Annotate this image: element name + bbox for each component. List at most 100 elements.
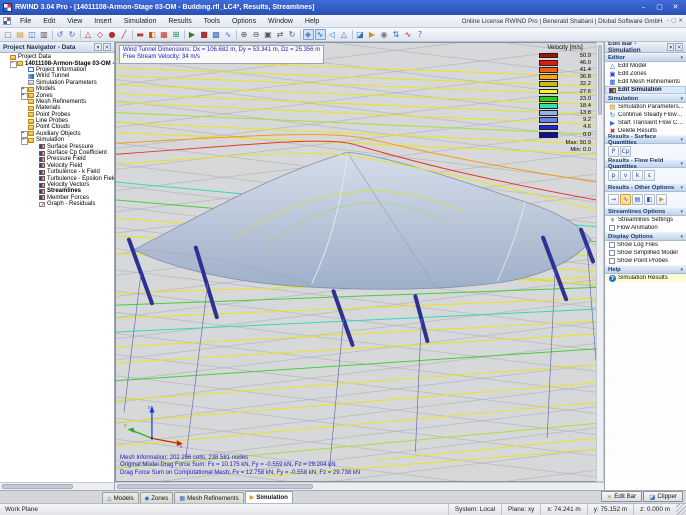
viewport-horizontal-scrollbar[interactable] <box>115 482 604 490</box>
tree-item[interactable]: Graph - Residuals <box>0 201 114 207</box>
simulation-parameters-button[interactable]: ▦ <box>159 29 170 40</box>
section-header[interactable]: Help ▾ <box>605 265 686 274</box>
section-header[interactable]: Results - Other Options ▾ <box>605 183 686 192</box>
section-header[interactable]: Results - Surface Quantities ▾ <box>605 134 686 146</box>
expander-icon[interactable] <box>20 67 27 73</box>
minimize-button[interactable]: – <box>636 2 651 13</box>
show-streamlines-button[interactable]: ∿ <box>314 29 326 40</box>
expander-icon[interactable] <box>31 150 38 156</box>
expander-icon[interactable] <box>20 99 27 105</box>
expander-icon[interactable] <box>31 182 38 188</box>
section-header[interactable]: Display Options ▾ <box>605 232 686 241</box>
top-view-button[interactable]: △ <box>339 29 350 40</box>
checkbox-icon[interactable] <box>609 250 615 257</box>
menu-item[interactable]: Edit <box>38 17 60 26</box>
checkbox-icon[interactable] <box>609 225 615 232</box>
edit-bar-item[interactable]: Show Log Files <box>605 241 686 249</box>
wind-tunnel-button[interactable]: ▬ <box>135 29 146 40</box>
expander-icon[interactable] <box>20 93 28 101</box>
edit-bar-item[interactable]: Streamlines Settings <box>605 216 686 224</box>
edit-zones-button[interactable]: ◇ <box>95 29 106 40</box>
edit-bar-item[interactable]: Simulation Results <box>605 274 686 282</box>
scrollbar-thumb[interactable] <box>117 484 313 489</box>
expander-icon[interactable] <box>31 201 38 207</box>
streamlines-button[interactable]: ∿ <box>620 194 631 205</box>
expander-icon[interactable] <box>9 61 17 69</box>
menu-item[interactable]: Options <box>227 17 261 26</box>
isometric-view-button[interactable]: ◈ <box>302 29 314 40</box>
expander-icon[interactable] <box>31 144 38 150</box>
menu-item[interactable]: Tools <box>199 17 225 26</box>
isosurface-button[interactable]: ◧ <box>644 194 655 205</box>
section-header[interactable]: Simulation ▾ <box>605 94 686 103</box>
undo-button[interactable]: ↺ <box>55 29 66 40</box>
edit-bar-item[interactable]: Simulation Parameters... <box>605 103 686 111</box>
slice-plane-button[interactable]: ▤ <box>632 194 643 205</box>
edit-bar-item[interactable]: Edit Mesh Refinements <box>605 78 686 86</box>
close-icon[interactable]: ✕ <box>675 43 683 51</box>
menu-item[interactable]: Insert <box>89 17 117 26</box>
expander-icon[interactable] <box>31 188 38 194</box>
turbulence-k-button[interactable]: k <box>632 170 643 181</box>
zoom-window-button[interactable]: ▣ <box>263 29 274 40</box>
show-graph-button[interactable]: ∿ <box>223 29 234 40</box>
edit-bar-item[interactable]: Show Point Probes <box>605 257 686 265</box>
checkbox-icon[interactable] <box>609 258 615 265</box>
scrollbar-thumb[interactable] <box>2 484 73 489</box>
menu-item[interactable]: File <box>15 17 36 26</box>
insert-point-button[interactable]: ● <box>107 29 118 40</box>
tree-item[interactable]: 14011108-Armon-Stage 03-OM - Building. <box>0 60 114 69</box>
print-button[interactable]: ▥ <box>39 29 50 40</box>
mesh-refinement-button[interactable]: ⊞ <box>171 29 182 40</box>
expander-icon[interactable] <box>20 73 27 79</box>
viewport-3d[interactable]: z x y Wind Tunnel Dimensions: Dx = 106.6… <box>115 42 596 482</box>
expander-icon[interactable] <box>31 156 38 162</box>
screenshot-button[interactable]: ◉ <box>379 29 390 40</box>
edit-bar-item[interactable]: Edit Simulation <box>605 86 686 94</box>
section-header[interactable]: Editor ▾ <box>605 53 686 62</box>
insert-line-button[interactable]: ╱ <box>119 29 130 40</box>
edit-bar-item[interactable]: Show Simplified Model <box>605 249 686 257</box>
expander-icon[interactable] <box>20 112 27 118</box>
expander-icon[interactable] <box>31 163 38 169</box>
front-view-button[interactable]: ◁ <box>327 29 338 40</box>
edit-bar-item[interactable]: Continue Steady Flow Calculation <box>605 111 686 119</box>
title-bar[interactable]: RWIND 3.04 Pro - [14011108-Armon-Stage 0… <box>0 0 686 15</box>
rotate-view-button[interactable]: ↻ <box>287 29 298 40</box>
new-project-button[interactable]: ▢ <box>3 29 14 40</box>
tab-simulation[interactable]: ▶ Simulation <box>244 491 293 503</box>
scrollbar-thumb[interactable] <box>598 45 602 115</box>
close-button[interactable]: ✕ <box>668 2 683 13</box>
expander-icon[interactable] <box>31 169 38 175</box>
redo-button[interactable]: ↻ <box>67 29 78 40</box>
member-forces-button[interactable]: ⇅ <box>391 29 402 40</box>
mdi-restore-button[interactable]: ▢ <box>671 18 676 24</box>
checkbox-icon[interactable] <box>609 242 615 249</box>
menu-item[interactable]: Help <box>300 17 324 26</box>
zoom-in-button[interactable]: ⊕ <box>239 29 250 40</box>
resize-grip[interactable] <box>676 504 686 515</box>
show-results-button[interactable]: ▩ <box>211 29 222 40</box>
clipper-button[interactable]: ◪ <box>355 29 366 40</box>
edit-bar-item[interactable]: Edit Model <box>605 62 686 70</box>
start-calculation-button[interactable]: ▶ <box>187 29 198 40</box>
expander-icon[interactable] <box>31 195 38 201</box>
expander-icon[interactable] <box>2 54 9 60</box>
gear-icon[interactable] <box>609 217 616 224</box>
expander-icon[interactable] <box>31 176 38 182</box>
stop-calculation-button[interactable]: ■ <box>199 29 210 40</box>
mdi-close-button[interactable]: ✕ <box>678 18 683 24</box>
pan-view-button[interactable]: ⇄ <box>275 29 286 40</box>
edit-bar-item[interactable]: Start Transient Flow Calculation <box>605 119 686 127</box>
open-project-button[interactable]: ▤ <box>15 29 26 40</box>
maximize-restore-button[interactable]: ▢ <box>652 2 667 13</box>
velocity-field-button[interactable]: v <box>620 170 631 181</box>
pressure-field-button[interactable]: p <box>608 170 619 181</box>
edit-bar-item[interactable]: Edit Zones <box>605 70 686 78</box>
section-header[interactable]: Results - Flow Field Quantities ▾ <box>605 158 686 170</box>
zones-button[interactable]: ◧ <box>147 29 158 40</box>
close-icon[interactable]: ✕ <box>103 43 111 51</box>
navigator-horizontal-scrollbar[interactable] <box>0 482 114 490</box>
clipper-toggle[interactable]: ◪ Clipper <box>643 491 683 502</box>
chevron-down-icon[interactable]: ▾ <box>666 43 675 51</box>
